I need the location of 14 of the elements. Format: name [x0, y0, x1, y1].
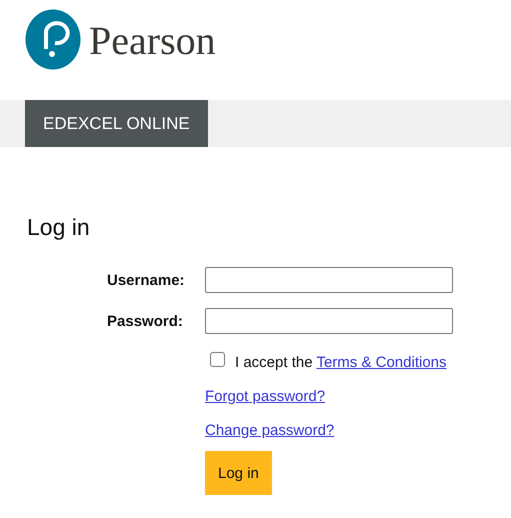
nav-tab[interactable]: EDEXCEL ONLINE	[25, 100, 208, 147]
page-heading: Log in	[27, 213, 91, 241]
username-field[interactable]	[205, 267, 453, 293]
terms-sentence: I accept the Terms & Conditions	[235, 354, 447, 370]
password-field[interactable]	[205, 308, 453, 334]
field-label: Username:	[107, 272, 186, 288]
field-label: Password:	[107, 312, 184, 330]
change-password-link[interactable]: Change password?	[205, 422, 334, 438]
logo-icon	[25, 8, 81, 70]
brand-name: Pearson	[89, 16, 216, 64]
accept-checkbox[interactable]	[210, 352, 225, 366]
terms-link[interactable]: Terms & Conditions	[316, 354, 447, 370]
forgot-password-link[interactable]: Forgot password?	[205, 388, 326, 404]
login-button[interactable]: Log in	[205, 451, 272, 495]
